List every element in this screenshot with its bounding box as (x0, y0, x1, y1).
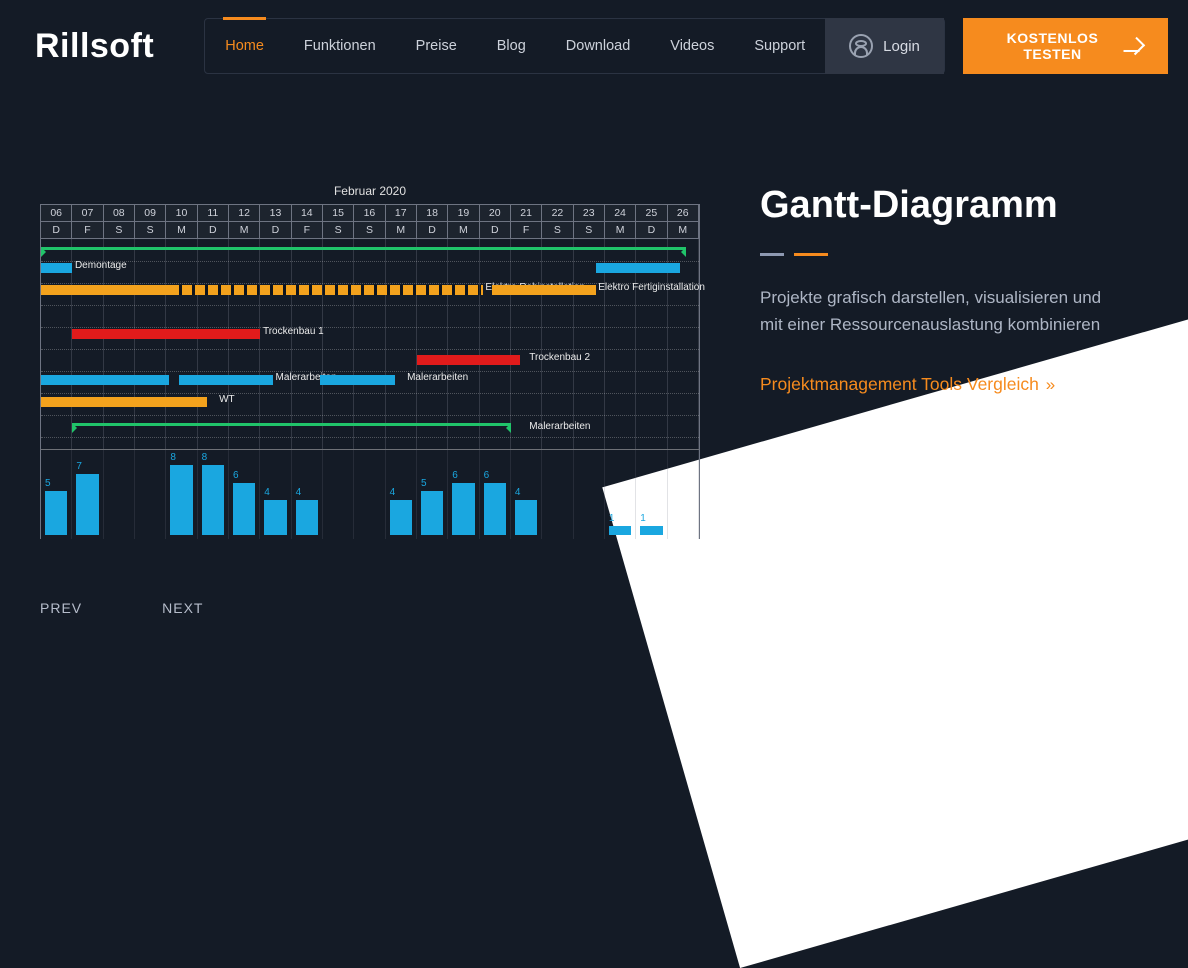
top-bar: Rillsoft Home Funktionen Preise Blog Dow… (0, 0, 1188, 74)
gantt-widget: Februar 2020 060708091011121314151617181… (40, 184, 700, 539)
gantt-chart: DemontageElektro RohinstallationElektro … (40, 239, 700, 449)
login-label: Login (883, 38, 920, 55)
main-nav: Home Funktionen Preise Blog Download Vid… (204, 18, 945, 74)
brand-logo[interactable]: Rillsoft (35, 27, 154, 66)
nav-download[interactable]: Download (546, 18, 651, 74)
gantt-calendar-header: 0607080910111213141516171819202122232425… (40, 204, 700, 239)
next-button[interactable]: NEXT (162, 600, 203, 616)
compare-link[interactable]: Projektmanagement Tools Vergleich » (760, 374, 1051, 394)
carousel-pager: PREV NEXT (40, 600, 203, 616)
page-title: Gantt-Diagramm (760, 184, 1120, 227)
resource-chart: 57886444566411 (40, 449, 700, 539)
cta-button[interactable]: KOSTENLOS TESTEN (963, 18, 1168, 74)
nav-preise[interactable]: Preise (396, 18, 477, 74)
nav-videos[interactable]: Videos (650, 18, 734, 74)
arrow-right-icon (1127, 37, 1145, 55)
nav-funktionen[interactable]: Funktionen (284, 18, 396, 74)
nav-support[interactable]: Support (734, 18, 825, 74)
chevron-right-icon: » (1046, 375, 1051, 394)
info-panel: Gantt-Diagramm Projekte grafisch darstel… (760, 184, 1120, 539)
nav-home[interactable]: Home (205, 18, 284, 74)
gantt-month: Februar 2020 (40, 184, 700, 198)
login-button[interactable]: Login (825, 18, 944, 74)
accent-divider (760, 253, 1120, 256)
page-description: Projekte grafisch darstellen, visualisie… (760, 284, 1120, 338)
nav-blog[interactable]: Blog (477, 18, 546, 74)
user-icon (849, 34, 873, 58)
cta-label: KOSTENLOS TESTEN (989, 30, 1116, 62)
prev-button[interactable]: PREV (40, 600, 82, 616)
